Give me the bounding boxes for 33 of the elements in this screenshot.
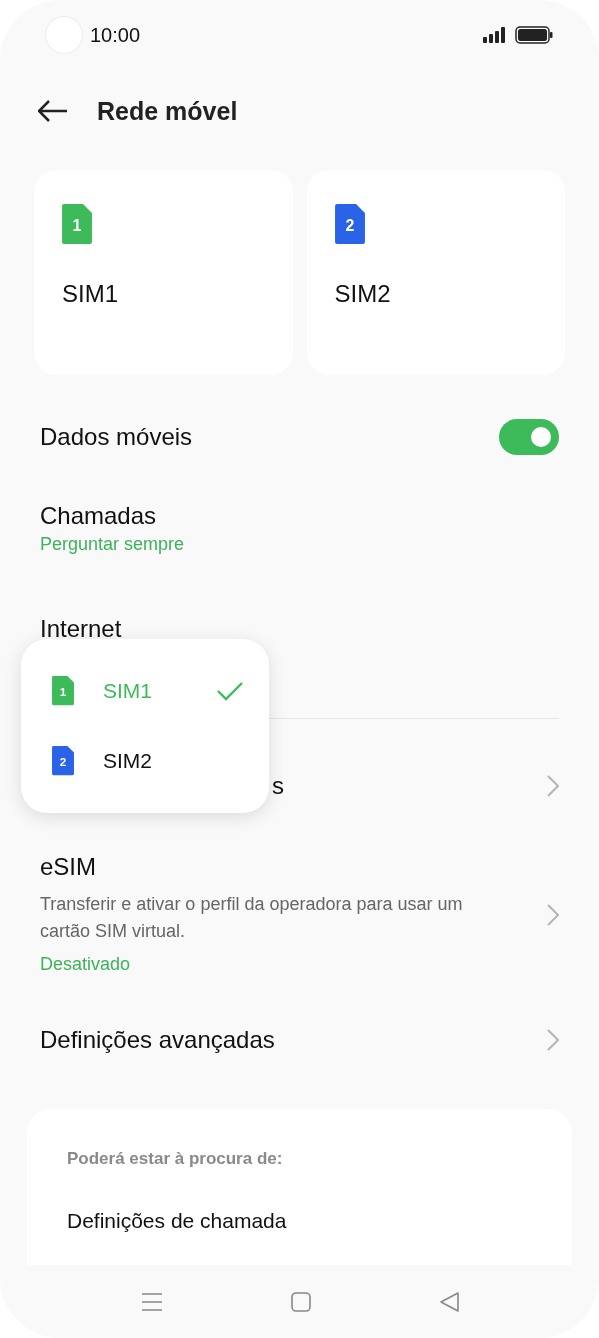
sim-card-icon: 1 [62,204,92,244]
menu-icon[interactable] [140,1291,163,1312]
toggle-switch[interactable] [499,419,559,455]
suggestion-link[interactable]: Definições de chamada [67,1209,532,1233]
row-label: s [272,771,285,801]
row-label: eSIM [40,852,97,882]
row-label: Internet [40,614,123,644]
sim-card-icon: 1 [52,676,74,706]
row-description: Transferir e ativar o perfil da operadora para usar um cartão SIM virtual. [40,893,464,943]
page-title: Rede móvel [97,96,238,126]
check-icon [217,681,243,701]
sim-card[interactable]: 1 SIM1 [34,170,293,375]
row-label: Dados móveis [40,422,194,452]
battery-icon [515,26,553,44]
home-square-icon[interactable] [290,1291,311,1312]
back-arrow-icon[interactable] [38,100,68,122]
row-label: Chamadas [40,501,158,531]
row-value: Perguntar sempre [40,533,186,556]
sim-card[interactable]: 2 SIM2 [306,170,565,375]
chevron-right-icon [547,775,559,797]
sim-label: SIM1 [62,279,119,308]
row-label: Definições avançadas [40,1025,276,1055]
sim-card-icon: 2 [334,204,365,244]
chevron-right-icon [547,1029,559,1051]
sim-card-icon: 2 [52,746,74,776]
back-triangle-icon[interactable] [438,1290,459,1313]
chevron-right-icon [547,903,559,926]
signal-icon [483,27,507,43]
sim-label: SIM2 [334,279,392,308]
menu-item[interactable]: 2 SIM2 [21,726,269,796]
row-value: Desativado [40,953,132,976]
suggestions-heading: Poderá estar à procura de: [67,1149,284,1169]
status-time: 10:00 [90,23,141,47]
